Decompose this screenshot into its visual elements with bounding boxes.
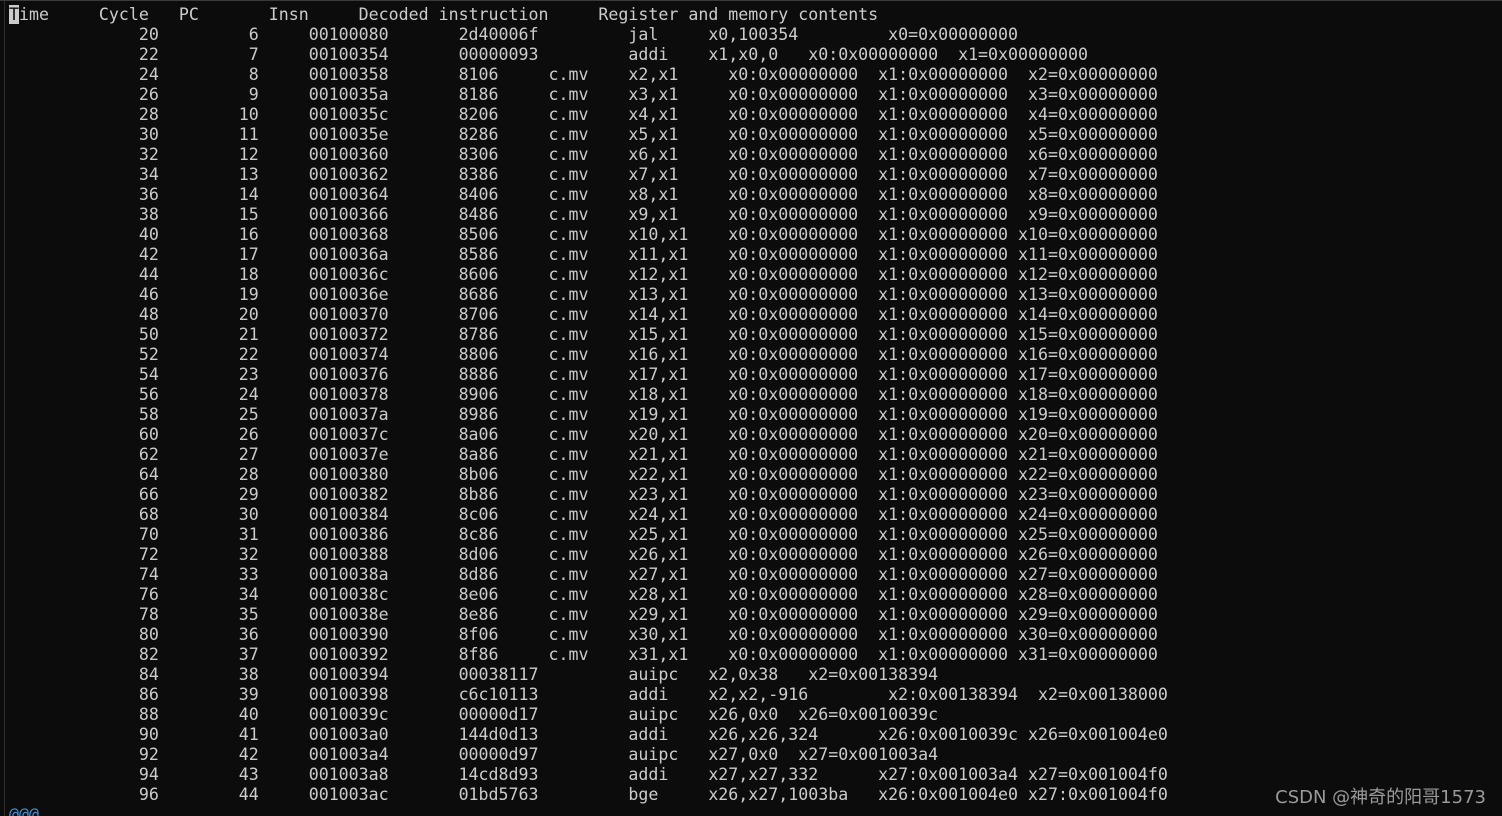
trace-line: 20 6 00100080 2d40006f jal x0,100354 x0=… <box>9 25 1019 44</box>
vim-empty-line-marker: @@@ <box>9 805 39 816</box>
trace-line: 68 30 00100384 8c06 c.mv x24,x1 x0:0x000… <box>9 505 1158 524</box>
trace-line: 44 18 0010036c 8606 c.mv x12,x1 x0:0x000… <box>9 265 1158 284</box>
terminal-window[interactable]: Time Cycle PC Insn Decoded instruction R… <box>0 0 1502 816</box>
trace-line: 60 26 0010037c 8a06 c.mv x20,x1 x0:0x000… <box>9 425 1158 444</box>
trace-line: 86 39 00100398 c6c10113 addi x2,x2,-916 … <box>9 685 1168 704</box>
terminal-output[interactable]: Time Cycle PC Insn Decoded instruction R… <box>9 5 1168 805</box>
trace-line: 88 40 0010039c 00000d17 auipc x26,0x0 x2… <box>9 705 939 724</box>
trace-line: 82 37 00100392 8f86 c.mv x31,x1 x0:0x000… <box>9 645 1158 664</box>
trace-line: 56 24 00100378 8906 c.mv x18,x1 x0:0x000… <box>9 385 1158 404</box>
trace-line: 36 14 00100364 8406 c.mv x8,x1 x0:0x0000… <box>9 185 1158 204</box>
trace-header-text: ime Cycle PC Insn Decoded instruction Re… <box>19 5 879 24</box>
trace-line: 92 42 001003a4 00000d97 auipc x27,0x0 x2… <box>9 745 939 764</box>
trace-line: 72 32 00100388 8d06 c.mv x26,x1 x0:0x000… <box>9 545 1158 564</box>
trace-line: 64 28 00100380 8b06 c.mv x22,x1 x0:0x000… <box>9 465 1158 484</box>
trace-line: 26 9 0010035a 8186 c.mv x3,x1 x0:0x00000… <box>9 85 1158 104</box>
trace-line: 84 38 00100394 00038117 auipc x2,0x38 x2… <box>9 665 939 684</box>
trace-line: 76 34 0010038c 8e06 c.mv x28,x1 x0:0x000… <box>9 585 1158 604</box>
trace-line: 48 20 00100370 8706 c.mv x14,x1 x0:0x000… <box>9 305 1158 324</box>
trace-line: 32 12 00100360 8306 c.mv x6,x1 x0:0x0000… <box>9 145 1158 164</box>
trace-line: 94 43 001003a8 14cd8d93 addi x27,x27,332… <box>9 765 1168 784</box>
trace-line: 22 7 00100354 00000093 addi x1,x0,0 x0:0… <box>9 45 1088 64</box>
text-cursor: T <box>9 5 19 24</box>
terminal-left-border <box>4 1 5 816</box>
trace-line: 78 35 0010038e 8e86 c.mv x29,x1 x0:0x000… <box>9 605 1158 624</box>
trace-line: 42 17 0010036a 8586 c.mv x11,x1 x0:0x000… <box>9 245 1158 264</box>
trace-line: 28 10 0010035c 8206 c.mv x4,x1 x0:0x0000… <box>9 105 1158 124</box>
trace-header-line: Time Cycle PC Insn Decoded instruction R… <box>9 5 1168 25</box>
trace-line: 46 19 0010036e 8686 c.mv x13,x1 x0:0x000… <box>9 285 1158 304</box>
trace-line: 38 15 00100366 8486 c.mv x9,x1 x0:0x0000… <box>9 205 1158 224</box>
trace-line: 50 21 00100372 8786 c.mv x15,x1 x0:0x000… <box>9 325 1158 344</box>
trace-line: 96 44 001003ac 01bd5763 bge x26,x27,1003… <box>9 785 1168 804</box>
trace-line: 40 16 00100368 8506 c.mv x10,x1 x0:0x000… <box>9 225 1158 244</box>
csdn-watermark: CSDN @神奇的阳哥1573 <box>1275 787 1486 808</box>
trace-line: 30 11 0010035e 8286 c.mv x5,x1 x0:0x0000… <box>9 125 1158 144</box>
trace-line: 54 23 00100376 8886 c.mv x17,x1 x0:0x000… <box>9 365 1158 384</box>
trace-line: 34 13 00100362 8386 c.mv x7,x1 x0:0x0000… <box>9 165 1158 184</box>
trace-line: 74 33 0010038a 8d86 c.mv x27,x1 x0:0x000… <box>9 565 1158 584</box>
trace-line: 80 36 00100390 8f06 c.mv x30,x1 x0:0x000… <box>9 625 1158 644</box>
trace-line: 66 29 00100382 8b86 c.mv x23,x1 x0:0x000… <box>9 485 1158 504</box>
trace-line: 58 25 0010037a 8986 c.mv x19,x1 x0:0x000… <box>9 405 1158 424</box>
trace-line: 52 22 00100374 8806 c.mv x16,x1 x0:0x000… <box>9 345 1158 364</box>
trace-line: 62 27 0010037e 8a86 c.mv x21,x1 x0:0x000… <box>9 445 1158 464</box>
trace-line: 24 8 00100358 8106 c.mv x2,x1 x0:0x00000… <box>9 65 1158 84</box>
trace-line: 70 31 00100386 8c86 c.mv x25,x1 x0:0x000… <box>9 525 1158 544</box>
trace-line: 90 41 001003a0 144d0d13 addi x26,x26,324… <box>9 725 1168 744</box>
